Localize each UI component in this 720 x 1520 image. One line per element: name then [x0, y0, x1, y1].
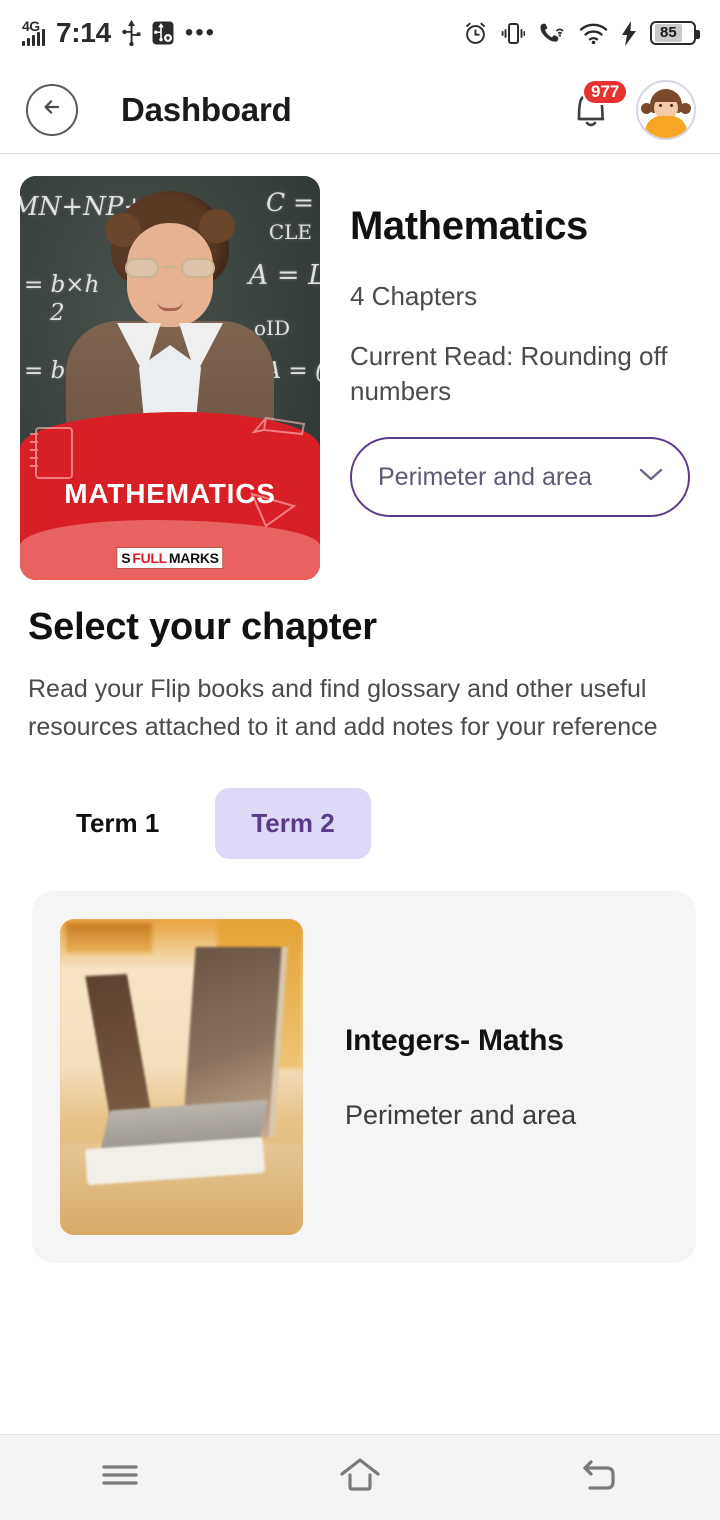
main-content: MN+NP+PN = b×h 2 ? A = L CLE oID = b×h A… [0, 154, 720, 1434]
notifications-button[interactable]: 977 [568, 80, 627, 135]
battery-icon: 85 [650, 21, 700, 45]
status-bar-right: 85 [463, 20, 700, 46]
home-button[interactable] [315, 1448, 405, 1508]
status-clock: 7:14 [56, 17, 111, 48]
chapter-card[interactable]: Integers- Maths Perimeter and area [32, 891, 696, 1263]
avatar[interactable] [636, 79, 696, 140]
recents-button[interactable] [75, 1448, 165, 1508]
back-nav-button[interactable] [555, 1448, 645, 1508]
arrow-left-icon [39, 94, 65, 125]
more-dots-icon: ••• [184, 18, 217, 46]
chapter-name: Integers- Maths [345, 1023, 564, 1057]
android-nav-bar [0, 1434, 720, 1520]
avatar-eye-right [670, 103, 673, 107]
avatar-pigtail-left [641, 102, 652, 114]
subject-details: Mathematics 4 Chapters Current Read: Rou… [350, 176, 698, 580]
alarm-icon [463, 21, 488, 46]
logo-full-text: FULL [132, 550, 167, 566]
wifi-calling-icon [538, 21, 566, 46]
term-tabs: Term 1 Term 2 [0, 746, 720, 859]
subject-cover-image[interactable]: MN+NP+PN = b×h 2 ? A = L CLE oID = b×h A… [20, 176, 320, 580]
app-screen: 4G 7:14 ••• 85 Dashboard 977 MN+NP+PN = … [0, 0, 720, 1520]
subject-chapter-count: 4 Chapters [350, 281, 478, 311]
chapter-card-text: Integers- Maths Perimeter and area [335, 1024, 668, 1131]
subject-summary: MN+NP+PN = b×h 2 ? A = L CLE oID = b×h A… [0, 154, 720, 580]
chalk-formula: CLE [268, 220, 312, 244]
chapter-subtitle: Perimeter and area [345, 1099, 577, 1130]
back-button[interactable] [26, 83, 78, 136]
pencil-doodle-icon [251, 414, 310, 445]
header-actions: 977 [568, 79, 696, 140]
avatar-pigtail-right [680, 102, 691, 114]
status-bar-left: 4G 7:14 ••• [22, 19, 216, 47]
signal-icon: 4G [22, 18, 45, 46]
section-title: Select your chapter [28, 606, 377, 648]
usb-debug-icon [152, 21, 174, 45]
app-header: Dashboard 977 [0, 66, 720, 154]
back-arrow-icon [580, 1457, 620, 1498]
logo-marks-text: MARKS [168, 550, 219, 566]
subject-current-read: Current Read: Rounding off numbers [350, 341, 668, 407]
subject-cover-title: MATHEMATICS [64, 478, 276, 509]
home-icon [337, 1455, 383, 1500]
avatar-body [645, 115, 687, 138]
network-type-label: 4G [22, 18, 40, 34]
avatar-bangs [652, 92, 680, 102]
menu-icon [101, 1460, 139, 1495]
tab-term-2[interactable]: Term 2 [215, 788, 371, 859]
subject-title: Mathematics [350, 204, 588, 248]
chalk-formula: 2 [50, 300, 65, 326]
chapter-dropdown-value: Perimeter and area [378, 462, 593, 491]
bell-icon [568, 92, 614, 139]
chevron-down-icon [638, 467, 664, 488]
logo-s-mark: S [121, 550, 131, 566]
tab-term-1[interactable]: Term 1 [40, 788, 195, 859]
charging-bolt-icon [621, 20, 637, 46]
notification-badge: 977 [584, 80, 627, 103]
fullmarks-logo: S FULL MARKS [117, 548, 223, 568]
wifi-icon [579, 22, 608, 45]
status-bar: 4G 7:14 ••• 85 [0, 0, 720, 66]
avatar-eye-left [659, 103, 662, 107]
section-description: Read your Flip books and find glossary a… [28, 675, 658, 741]
battery-percent-label: 85 [655, 23, 682, 43]
vibrate-icon [501, 21, 525, 46]
glasses-icon [125, 257, 215, 279]
chapter-dropdown[interactable]: Perimeter and area [350, 437, 690, 518]
usb-icon [122, 20, 141, 46]
chapter-photo-window [66, 923, 152, 953]
page-title: Dashboard [121, 90, 292, 128]
chapter-thumbnail [60, 919, 303, 1235]
